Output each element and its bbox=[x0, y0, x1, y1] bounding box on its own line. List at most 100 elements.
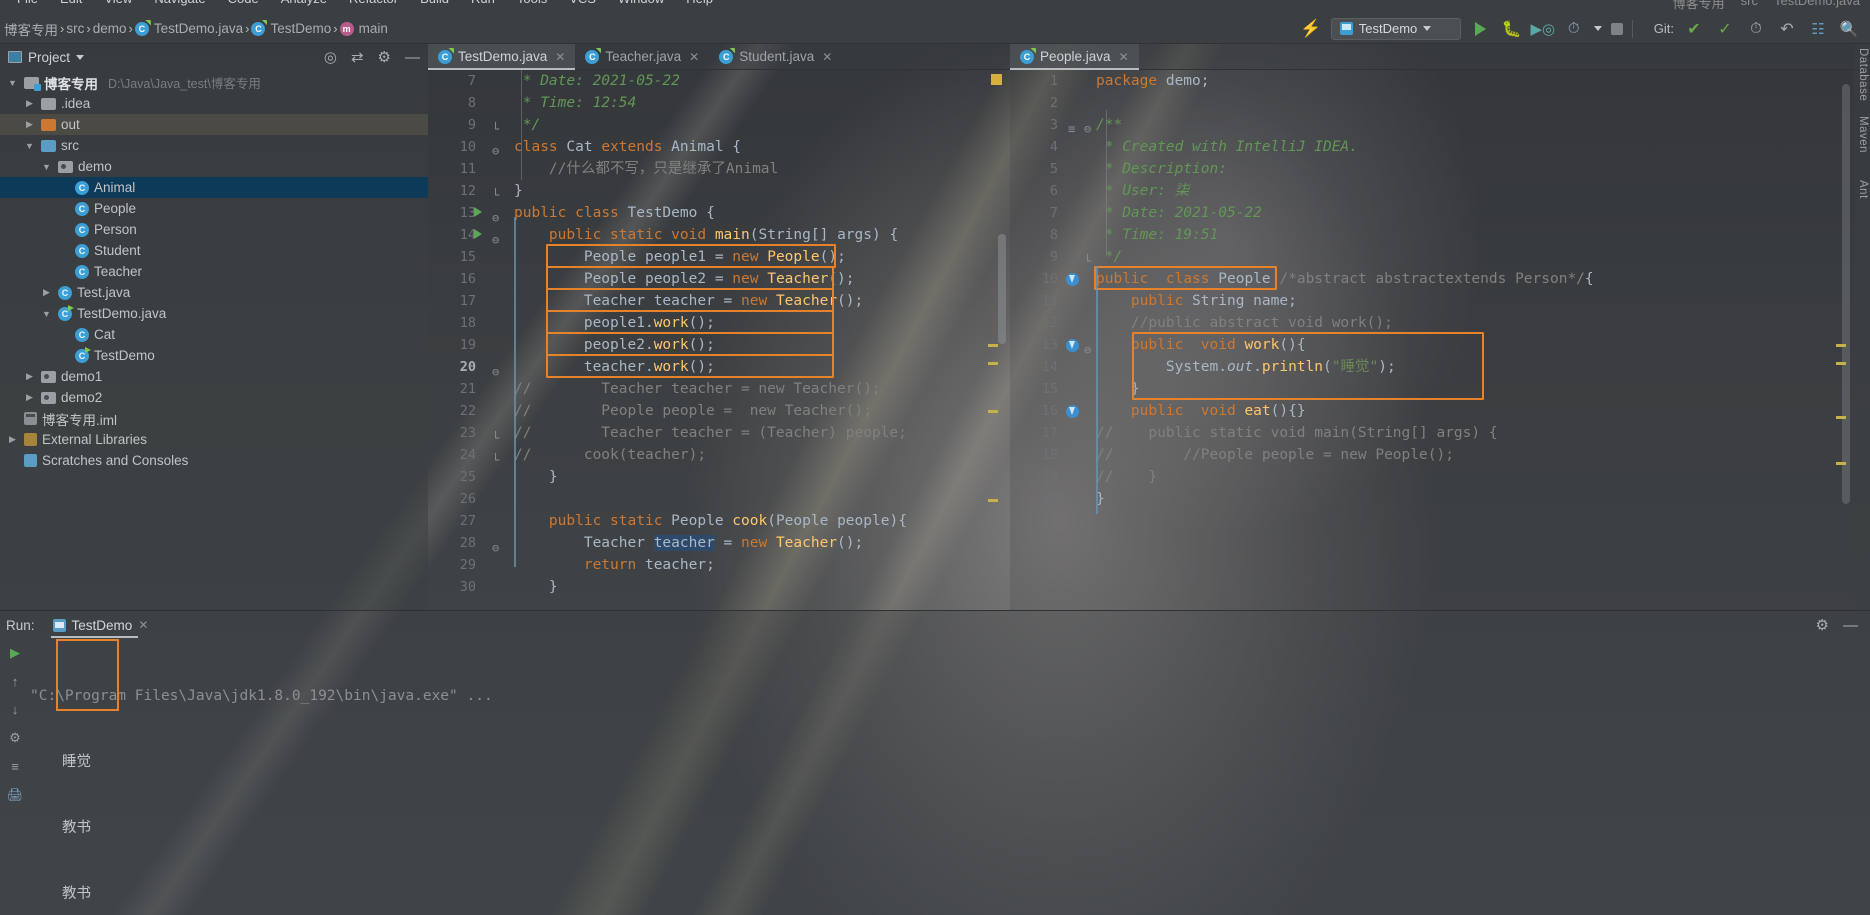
down-icon[interactable]: ↓ bbox=[12, 702, 19, 717]
code-line[interactable]: // } bbox=[1096, 466, 1157, 488]
code-line[interactable]: People people2 = new Teacher(); bbox=[514, 268, 855, 290]
close-icon[interactable]: ✕ bbox=[689, 50, 699, 64]
run-gutter-icon[interactable] bbox=[474, 207, 482, 217]
tool-window-maven[interactable]: Maven bbox=[1857, 116, 1869, 153]
menu-file[interactable]: File bbox=[6, 0, 49, 5]
tree-item-people[interactable]: C People bbox=[0, 198, 428, 219]
code-line[interactable]: * Description: bbox=[1096, 158, 1227, 180]
error-stripe-warning[interactable] bbox=[1836, 462, 1846, 465]
code-line[interactable]: public class TestDemo { bbox=[514, 202, 715, 224]
code-line[interactable]: public static void main(String[] args) { bbox=[514, 224, 898, 246]
settings-icon[interactable]: ⚙ bbox=[378, 48, 391, 66]
code-editor-left[interactable]: 7 8 9 10 11 12 13 14 15 16 17 18 19 20 21 22 23 24 25 26 27 2… bbox=[428, 70, 1010, 610]
chevron-down-icon[interactable] bbox=[40, 309, 53, 319]
error-stripe-warning[interactable] bbox=[988, 344, 998, 347]
override-gutter-icon[interactable] bbox=[1066, 273, 1079, 286]
tool-window-ant[interactable]: Ant bbox=[1857, 180, 1869, 199]
code-line[interactable]: System.out.println("睡觉"); bbox=[1096, 356, 1396, 378]
code-line[interactable]: } bbox=[514, 466, 558, 488]
menu-edit[interactable]: Edit bbox=[49, 0, 93, 5]
code-line[interactable]: * Time: 12:54 bbox=[514, 92, 637, 114]
code-line[interactable]: * Date: 2021-05-22 bbox=[514, 70, 680, 92]
code-line[interactable]: public void work(){ bbox=[1096, 334, 1306, 356]
menu-help[interactable]: Help bbox=[675, 0, 724, 5]
code-line[interactable]: People people1 = new People(); bbox=[514, 246, 846, 268]
commit-icon[interactable]: ✔ bbox=[1683, 18, 1705, 40]
error-stripe-warning[interactable] bbox=[988, 362, 998, 365]
chevron-right-icon[interactable] bbox=[23, 119, 36, 130]
tree-item-teacher[interactable]: C Teacher bbox=[0, 261, 428, 282]
code-line[interactable]: // //People people = new People(); bbox=[1096, 444, 1454, 466]
fold-end-icon[interactable] bbox=[492, 184, 504, 196]
fold-end-icon[interactable] bbox=[492, 118, 504, 130]
breadcrumb-item-main-method[interactable]: m main bbox=[339, 21, 388, 36]
menu-build[interactable]: Build bbox=[409, 0, 460, 5]
minimize-icon[interactable]: — bbox=[1843, 617, 1858, 634]
tree-item-iml[interactable]: 博客专用.iml bbox=[0, 408, 428, 429]
error-stripe-warning[interactable] bbox=[988, 499, 998, 502]
debug-icon[interactable]: 🐛 bbox=[1501, 18, 1523, 40]
menu-refactor[interactable]: Refactor bbox=[338, 0, 409, 5]
history-icon[interactable]: ⏱ bbox=[1745, 18, 1767, 40]
chevron-right-icon[interactable] bbox=[23, 98, 36, 109]
settings-icon[interactable]: ⚙ bbox=[9, 730, 21, 746]
code-line[interactable]: } bbox=[1096, 378, 1140, 400]
tree-item-testdemo-java[interactable]: CTestDemo.java bbox=[0, 303, 428, 324]
fold-end-icon[interactable] bbox=[492, 449, 504, 461]
run-gutter-icon[interactable] bbox=[474, 229, 482, 239]
fold-minus-icon[interactable] bbox=[492, 229, 504, 241]
code-line[interactable]: // public static void main(String[] args… bbox=[1096, 422, 1498, 444]
code-line[interactable]: public void eat(){} bbox=[1096, 400, 1306, 422]
editor-scrollbar-right[interactable] bbox=[1842, 84, 1850, 504]
code-line[interactable]: people1.work(); bbox=[514, 312, 715, 334]
code-line[interactable]: * User: 柒 bbox=[1096, 180, 1189, 202]
fold-minus-icon[interactable] bbox=[492, 361, 504, 373]
code-line[interactable]: Teacher teacher = new Teacher(); bbox=[514, 290, 863, 312]
breadcrumb-item-testdemo-class[interactable]: C TestDemo bbox=[251, 21, 331, 36]
tree-item-test-java[interactable]: C Test.java bbox=[0, 282, 428, 303]
chevron-right-icon[interactable] bbox=[23, 371, 36, 382]
tree-item-person[interactable]: C Person bbox=[0, 219, 428, 240]
undo-icon[interactable]: ↶ bbox=[1776, 18, 1798, 40]
error-stripe-warning[interactable] bbox=[988, 410, 998, 413]
run-configuration-selector[interactable]: TestDemo bbox=[1330, 17, 1461, 40]
locate-icon[interactable]: ◎ bbox=[324, 48, 337, 66]
code-line[interactable]: Teacher teacher = new Teacher(); bbox=[514, 532, 863, 554]
code-line[interactable]: } bbox=[514, 180, 523, 202]
tree-item-out[interactable]: out bbox=[0, 114, 428, 135]
error-stripe-warning[interactable] bbox=[1836, 344, 1846, 347]
code-line[interactable]: class Cat extends Animal { bbox=[514, 136, 741, 158]
console-output[interactable]: "C:\Program Files\Java\jdk1.8.0_192\bin\… bbox=[30, 641, 1870, 915]
code-line[interactable]: * Date: 2021-05-22 bbox=[1096, 202, 1262, 224]
code-line[interactable]: } bbox=[514, 576, 558, 598]
stop-icon[interactable] bbox=[1610, 22, 1623, 35]
error-stripe-marker[interactable] bbox=[991, 74, 1002, 85]
wrap-icon[interactable]: ≡ bbox=[11, 759, 19, 774]
fold-minus-icon[interactable] bbox=[492, 537, 504, 549]
menu-run[interactable]: Run bbox=[460, 0, 506, 5]
close-icon[interactable]: ✕ bbox=[138, 618, 148, 632]
code-line[interactable]: // cook(teacher); bbox=[514, 444, 706, 466]
code-line[interactable]: /** bbox=[1096, 114, 1122, 136]
run-icon[interactable]: ▶ bbox=[10, 645, 20, 661]
menu-navigate[interactable]: Navigate bbox=[143, 0, 216, 5]
tab-people-java[interactable]: C People.java ✕ bbox=[1010, 44, 1139, 70]
editor-scrollbar-left[interactable] bbox=[998, 234, 1006, 344]
run-icon[interactable] bbox=[1470, 18, 1492, 40]
tree-item-scratches-and-consoles[interactable]: Scratches and Consoles bbox=[0, 450, 428, 471]
run-tab-testdemo[interactable]: TestDemo ✕ bbox=[45, 612, 157, 638]
code-line[interactable]: return teacher; bbox=[514, 554, 715, 576]
fold-minus-icon[interactable] bbox=[492, 207, 504, 219]
chevron-down-icon[interactable] bbox=[1593, 26, 1602, 31]
collapse-all-icon[interactable]: ⇄ bbox=[351, 48, 364, 66]
tree-item-src[interactable]: src bbox=[0, 135, 428, 156]
hide-icon[interactable]: — bbox=[405, 49, 420, 66]
override-gutter-icon[interactable] bbox=[1066, 339, 1079, 352]
chevron-down-icon[interactable] bbox=[40, 162, 53, 172]
check-icon[interactable]: ✓ bbox=[1714, 18, 1736, 40]
code-line[interactable]: public String name; bbox=[1096, 290, 1297, 312]
tool-window-database[interactable]: Database bbox=[1857, 48, 1869, 101]
code-line[interactable]: package demo; bbox=[1096, 70, 1210, 92]
code-line[interactable]: people2.work(); bbox=[514, 334, 715, 356]
up-icon[interactable]: ↑ bbox=[12, 674, 19, 689]
